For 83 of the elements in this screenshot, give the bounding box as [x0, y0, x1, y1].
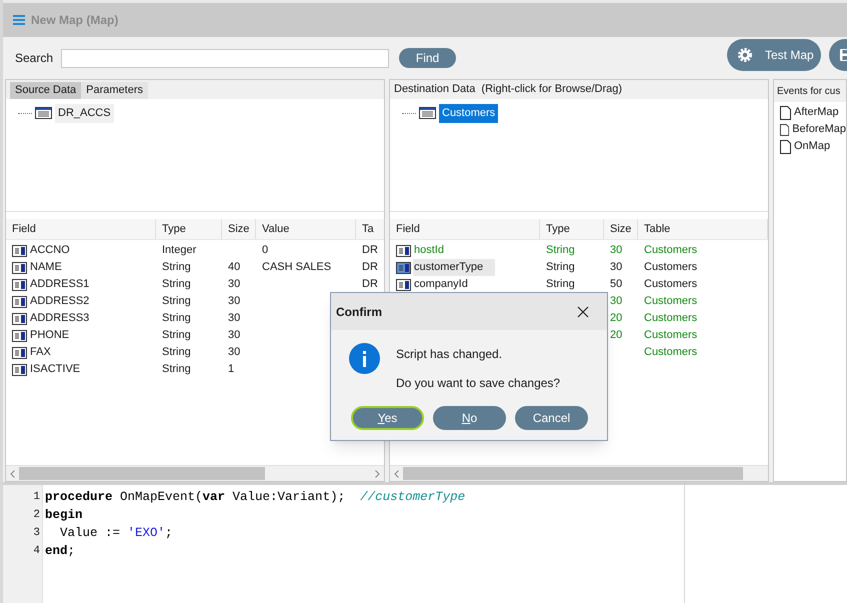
table-cell-text: Customers [644, 345, 698, 360]
table-cell-text: 30 [228, 294, 240, 310]
code-line: Value := 'EXO'; [59, 524, 174, 542]
table-cell-text: String [162, 311, 191, 326]
table-cell-text: DR [362, 243, 378, 258]
table-cell-text: 30 [610, 260, 622, 276]
table-cell-text: String [162, 328, 191, 344]
table-cell-text: Customers [644, 311, 698, 326]
table-cell-text: 50 [610, 277, 622, 292]
column-header[interactable]: Type [156, 219, 222, 239]
table-cell-text: 30 [228, 311, 240, 326]
code-line: end; [45, 542, 76, 560]
table-cell-text: 30 [610, 294, 622, 310]
field-name: ISACTIVE [29, 362, 82, 378]
column-header[interactable]: Size [222, 219, 256, 239]
line-number: 1 [33, 490, 40, 505]
panel-title: Destination Data (Right-click for Browse/Drag) [394, 82, 622, 98]
table-cell-text: 1 [228, 362, 234, 378]
table-cell-text: String [546, 277, 575, 292]
find-button[interactable]: Find [399, 48, 456, 68]
table-cell-text: Customers [644, 294, 698, 310]
table-cell-text: DR [362, 277, 378, 292]
test-map-button[interactable]: Test Map [727, 39, 821, 71]
field-name: hostId [413, 243, 445, 258]
field-name: ACCNO [29, 243, 71, 258]
field-name: companyId [413, 277, 469, 292]
table-cell-text: 20 [610, 311, 622, 326]
code-line: procedure OnMapEvent(var Value:Variant); //customerType [45, 488, 466, 506]
table-cell-text: Integer [162, 243, 196, 258]
event-item[interactable]: AfterMap [794, 104, 839, 121]
table-cell-text: 30 [228, 328, 240, 344]
line-number: 3 [33, 526, 40, 541]
line-number: 4 [33, 544, 40, 559]
field-name: ADDRESS1 [29, 277, 90, 292]
field-name: customerType [413, 259, 496, 276]
table-cell-text: String [162, 277, 191, 292]
table-cell-text: 0 [262, 243, 268, 258]
line-number: 2 [33, 508, 40, 523]
table-cell-text: DR [362, 260, 378, 276]
table-cell-text: Customers [644, 277, 698, 292]
table-cell-text: Customers [644, 243, 698, 258]
dialog-button[interactable]: Cancel [515, 406, 588, 430]
dialog-button[interactable]: No [433, 406, 506, 430]
column-header[interactable]: Value [256, 219, 356, 239]
table-cell-text: String [162, 345, 191, 360]
field-name: FAX [29, 345, 52, 360]
column-header[interactable]: Ta [356, 219, 384, 239]
column-header[interactable]: Table [638, 219, 768, 239]
table-cell-text: Customers [644, 328, 698, 344]
dialog-button[interactable]: Yes [351, 406, 424, 430]
tab[interactable]: Source Data [10, 82, 82, 99]
column-header[interactable]: Field [6, 219, 156, 239]
table-cell-text: String [162, 362, 191, 378]
field-name: ADDRESS3 [29, 311, 90, 326]
event-item[interactable]: OnMap [794, 138, 830, 155]
table-cell-text: String [162, 294, 191, 310]
panel-title: Events for cus [777, 84, 840, 98]
tree-item[interactable]: Customers [439, 104, 498, 122]
table-cell-text: 30 [610, 243, 622, 258]
column-header[interactable]: Size [604, 219, 638, 239]
tab[interactable]: Parameters [81, 82, 148, 99]
column-header[interactable]: Field [390, 219, 540, 239]
dialog-message: Script has changed. [396, 346, 504, 363]
dialog-title: Confirm [336, 304, 382, 320]
event-item[interactable]: BeforeMap [792, 121, 846, 138]
code-line: begin [45, 506, 84, 524]
field-name: NAME [29, 260, 63, 276]
table-cell-text: 30 [228, 277, 240, 292]
table-cell-text: 20 [610, 328, 622, 344]
dialog-message: Do you want to save changes? [396, 375, 560, 392]
table-cell-text: String [546, 243, 575, 258]
table-cell-text: Customers [644, 260, 698, 276]
table-cell-text: CASH SALES [262, 260, 332, 276]
column-header[interactable]: Type [540, 219, 604, 239]
field-name: PHONE [29, 328, 70, 344]
table-cell-text: 30 [228, 345, 240, 360]
table-cell-text: 40 [228, 260, 240, 276]
search-label: Search [15, 50, 54, 67]
table-cell-text: String [162, 260, 191, 276]
table-cell-text: String [546, 260, 575, 276]
window-title: New Map (Map) [31, 12, 118, 29]
tree-item[interactable]: DR_ACCS [55, 104, 114, 122]
field-name: ADDRESS2 [29, 294, 90, 310]
